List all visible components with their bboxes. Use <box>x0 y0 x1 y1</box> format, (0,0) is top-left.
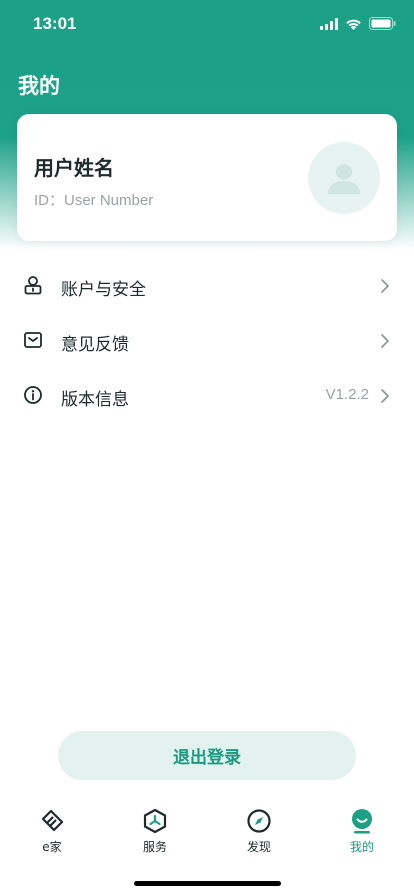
menu-item-label: 意见反馈 <box>61 335 129 355</box>
service-icon <box>143 808 167 834</box>
chevron-right-icon <box>381 389 389 403</box>
tab-label: 发现 <box>246 840 271 854</box>
menu-item-label: 版本信息 <box>61 390 129 410</box>
tab-mine[interactable]: 我的 <box>327 808 397 855</box>
home-indicator <box>134 881 281 886</box>
avatar-placeholder-icon <box>328 164 360 194</box>
avatar[interactable] <box>308 142 380 214</box>
menu-item-account-security[interactable]: 账户与安全 <box>0 258 414 313</box>
chevron-right-icon <box>381 279 389 293</box>
settings-menu: 账户与安全 意见反馈 版本信息 V1.2.2 <box>0 258 414 423</box>
user-lock-icon <box>24 276 42 295</box>
smile-icon <box>352 809 372 834</box>
compass-icon <box>247 809 271 833</box>
tab-label: e家 <box>42 840 62 854</box>
status-icons <box>320 17 396 30</box>
user-name: 用户姓名 <box>34 156 114 180</box>
chevron-right-icon <box>381 334 389 348</box>
menu-item-feedback[interactable]: 意见反馈 <box>0 313 414 368</box>
battery-icon <box>369 17 396 30</box>
wifi-icon <box>346 19 361 30</box>
tab-service[interactable]: 服务 <box>120 808 190 855</box>
ehome-icon <box>41 809 64 832</box>
tab-label: 服务 <box>142 840 167 854</box>
tab-discover[interactable]: 发现 <box>224 808 294 855</box>
bottom-tab-bar: e家 服务 发现 我的 <box>0 800 414 870</box>
user-id: ID：User Number <box>34 192 154 209</box>
menu-item-label: 账户与安全 <box>61 280 146 300</box>
status-time: 13:01 <box>33 14 77 33</box>
logout-button[interactable]: 退出登录 <box>58 731 356 780</box>
signal-icon <box>320 17 338 30</box>
profile-card[interactable]: 用户姓名 ID：User Number <box>17 114 397 241</box>
tab-ehome[interactable]: e家 <box>17 808 87 855</box>
menu-item-version-info[interactable]: 版本信息 V1.2.2 <box>0 368 414 423</box>
mail-icon <box>24 332 42 348</box>
status-bar: 13:01 <box>0 0 414 50</box>
version-value: V1.2.2 <box>325 386 369 403</box>
tab-label: 我的 <box>349 840 374 854</box>
info-icon <box>24 386 42 404</box>
page-title: 我的 <box>18 74 60 98</box>
